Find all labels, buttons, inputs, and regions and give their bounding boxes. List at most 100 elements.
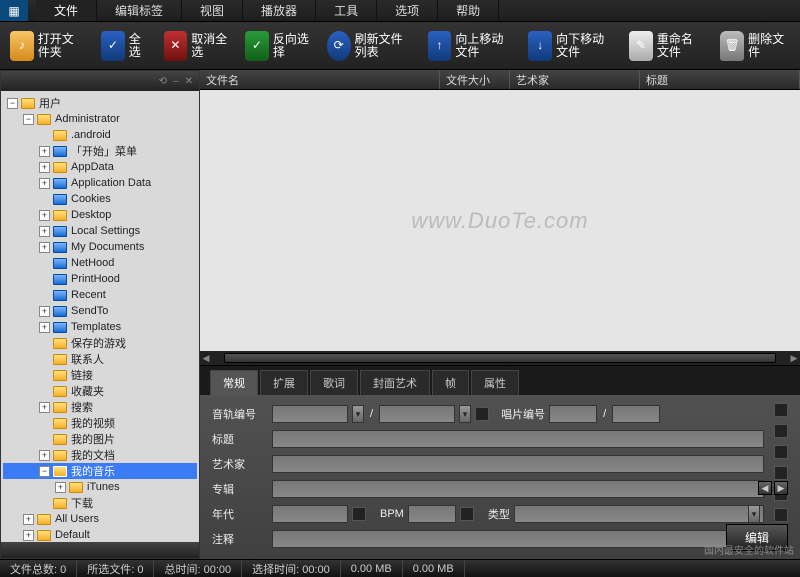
file-list-header: 文件名 文件大小 艺术家 标题 (200, 70, 800, 90)
file-list[interactable]: www.DuoTe.com (200, 90, 800, 351)
menu-player[interactable]: 播放器 (243, 0, 316, 21)
tree-item[interactable]: +iTunes (3, 479, 197, 495)
input-disc-no[interactable] (549, 405, 597, 423)
prev-file-button[interactable]: ◀ (758, 481, 772, 495)
input-disc-total[interactable] (612, 405, 660, 423)
tree-item-label: Application Data (71, 177, 151, 189)
check-track[interactable] (774, 403, 788, 417)
tree-item[interactable]: 联系人 (3, 351, 197, 367)
deselect-all-button[interactable]: ✕ 取消全选 (158, 29, 236, 63)
check-year-inline[interactable] (352, 507, 366, 521)
tab-properties[interactable]: 属性 (471, 370, 519, 395)
tree-item[interactable]: +My Documents (3, 239, 197, 255)
label-title: 标题 (212, 431, 268, 447)
tree-item[interactable]: +Desktop (3, 207, 197, 223)
tab-lyrics[interactable]: 歌词 (310, 370, 358, 395)
check-title[interactable] (774, 424, 788, 438)
invert-selection-button[interactable]: ✓ 反向选择 (239, 29, 317, 63)
tree-item[interactable]: +Default (3, 527, 197, 542)
input-bpm[interactable] (408, 505, 456, 523)
tree-item[interactable]: +「开始」菜单 (3, 143, 197, 159)
tree-item[interactable]: 我的图片 (3, 431, 197, 447)
genre-dropdown-icon[interactable]: ▾ (748, 505, 760, 523)
tree-item[interactable]: 下载 (3, 495, 197, 511)
tree-item[interactable]: +All Users (3, 511, 197, 527)
arrow-down-icon: ↓ (528, 31, 552, 61)
check-album[interactable] (774, 466, 788, 480)
input-year[interactable] (272, 505, 348, 523)
input-title[interactable] (272, 430, 764, 448)
tree-item[interactable]: 链接 (3, 367, 197, 383)
tab-frames[interactable]: 帧 (432, 370, 469, 395)
refresh-icon: ⟳ (327, 31, 351, 61)
menu-edit-tags[interactable]: 编辑标签 (97, 0, 182, 21)
tree-item[interactable]: +我的文档 (3, 447, 197, 463)
menu-view[interactable]: 视图 (182, 0, 243, 21)
rename-button[interactable]: ✎ 重命名文件 (623, 29, 710, 63)
select-all-button[interactable]: ✓ 全选 (95, 29, 153, 63)
open-folder-label: 打开文件夹 (38, 33, 85, 59)
site-credit: 国内最安全的软件站 (704, 542, 794, 557)
tree-item[interactable]: NetHood (3, 255, 197, 271)
col-filename[interactable]: 文件名 (200, 70, 440, 89)
track-no-dropdown-icon[interactable]: ▾ (352, 405, 364, 423)
menu-tools[interactable]: 工具 (316, 0, 377, 21)
tree-item[interactable]: +Application Data (3, 175, 197, 191)
open-folder-button[interactable]: ♪ 打开文件夹 (4, 29, 91, 63)
move-up-button[interactable]: ↑ 向上移动文件 (422, 29, 519, 63)
menu-file[interactable]: 文件 (36, 0, 97, 21)
tree-item[interactable]: PrintHood (3, 271, 197, 287)
tree-item[interactable]: +搜索 (3, 399, 197, 415)
check-bpm-inline[interactable] (460, 507, 474, 521)
tree-item[interactable]: Cookies (3, 191, 197, 207)
track-total-dropdown-icon[interactable]: ▾ (459, 405, 471, 423)
tree-item[interactable]: 收藏夹 (3, 383, 197, 399)
input-album[interactable] (272, 480, 764, 498)
check-artist[interactable] (774, 445, 788, 459)
col-filesize[interactable]: 文件大小 (440, 70, 510, 89)
check-track-inline[interactable] (475, 407, 489, 421)
input-artist[interactable] (272, 455, 764, 473)
main-area: ⟲ – ✕ −用户−Administrator.android+「开始」菜单+A… (0, 70, 800, 559)
tree-item[interactable]: −Administrator (3, 111, 197, 127)
tree-item-label: My Documents (71, 241, 144, 253)
folder-tree[interactable]: −用户−Administrator.android+「开始」菜单+AppData… (1, 91, 199, 542)
move-down-button[interactable]: ↓ 向下移动文件 (522, 29, 619, 63)
input-track-total[interactable] (379, 405, 455, 423)
file-list-scrollbar[interactable]: ◀ ▶ (200, 351, 800, 365)
tree-item[interactable]: 我的视频 (3, 415, 197, 431)
input-track-no[interactable] (272, 405, 348, 423)
scroll-thumb[interactable] (225, 354, 775, 362)
scroll-right-icon[interactable]: ▶ (788, 353, 800, 364)
scroll-track[interactable] (224, 353, 776, 363)
tree-item[interactable]: +SendTo (3, 303, 197, 319)
refresh-list-button[interactable]: ⟳ 刷新文件列表 (321, 29, 418, 63)
col-title[interactable]: 标题 (640, 70, 800, 89)
tab-extended[interactable]: 扩展 (260, 370, 308, 395)
tree-item-label: 搜索 (71, 399, 93, 415)
tab-general[interactable]: 常规 (210, 370, 258, 395)
tree-item[interactable]: Recent (3, 287, 197, 303)
menu-options[interactable]: 选项 (377, 0, 438, 21)
tree-item[interactable]: +AppData (3, 159, 197, 175)
input-genre[interactable] (514, 505, 764, 523)
delete-button[interactable]: 🗑 删除文件 (714, 29, 792, 63)
tree-item-label: SendTo (71, 305, 108, 317)
tree-root[interactable]: −用户 (3, 95, 197, 111)
collapse-tree-icon[interactable]: – (173, 76, 179, 87)
input-comment[interactable] (272, 530, 744, 548)
scroll-left-icon[interactable]: ◀ (200, 353, 212, 364)
col-artist[interactable]: 艺术家 (510, 70, 640, 89)
refresh-tree-icon[interactable]: ⟲ (159, 76, 167, 87)
tree-item-label: Cookies (71, 193, 111, 205)
tab-cover-art[interactable]: 封面艺术 (360, 370, 430, 395)
menu-help[interactable]: 帮助 (438, 0, 499, 21)
tree-item[interactable]: .android (3, 127, 197, 143)
tree-item[interactable]: 保存的游戏 (3, 335, 197, 351)
tree-item[interactable]: −我的音乐 (3, 463, 197, 479)
next-file-button[interactable]: ▶ (774, 481, 788, 495)
close-tree-icon[interactable]: ✕ (185, 76, 193, 87)
tree-item[interactable]: +Templates (3, 319, 197, 335)
check-comment[interactable] (774, 508, 788, 522)
tree-item[interactable]: +Local Settings (3, 223, 197, 239)
